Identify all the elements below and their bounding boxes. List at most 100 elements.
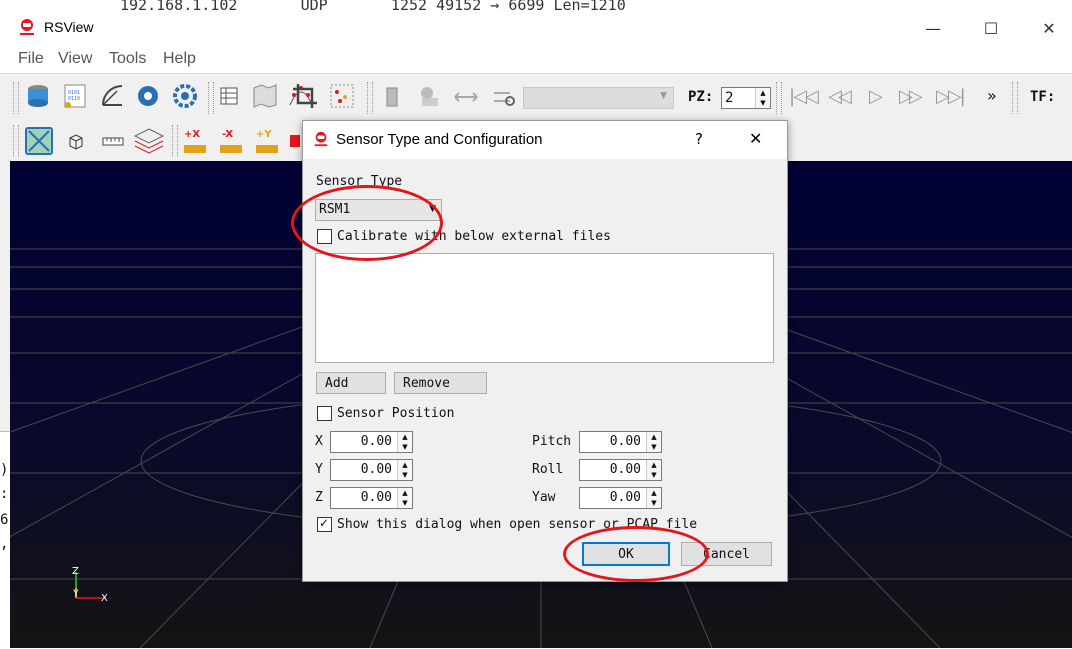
spin-arrows-icon[interactable]: ▲ ▼ xyxy=(646,460,661,480)
pitch-label: Pitch xyxy=(532,434,572,449)
sensor-position-label: Sensor Position xyxy=(337,406,455,421)
sensor-stack-icon[interactable] xyxy=(417,85,441,109)
svg-text:0110: 0110 xyxy=(68,96,80,102)
spin-arrows-icon[interactable]: ▲ ▼ xyxy=(646,488,661,508)
axis-y-label: Y xyxy=(73,589,79,599)
window-titlebar: RSView — ☐ ✕ xyxy=(0,10,1072,46)
view-minus-y-icon[interactable] xyxy=(290,135,300,147)
x-label: X xyxy=(315,434,323,449)
yaw-label: Yaw xyxy=(532,490,556,505)
dialog-close-button[interactable]: ✕ xyxy=(749,129,762,148)
roll-value: 0.00 xyxy=(609,462,641,477)
next-frame-icon[interactable]: ▷▷ xyxy=(899,86,923,107)
first-frame-icon[interactable]: |◁◁ xyxy=(789,86,819,107)
spin-arrows-icon[interactable]: ▲ ▼ xyxy=(646,432,661,452)
annotation-ellipse-ok xyxy=(563,526,709,582)
dialog-help-button[interactable]: ? xyxy=(695,130,703,148)
x-spinbox[interactable]: 0.00 ▲ ▼ xyxy=(330,431,413,453)
axis-x-label: X xyxy=(101,593,108,604)
select-points-icon[interactable] xyxy=(329,83,355,109)
chevron-down-icon: ▼ xyxy=(660,91,667,101)
close-window-button[interactable]: ✕ xyxy=(1020,10,1072,46)
spin-arrows-icon[interactable]: ▲ ▼ xyxy=(755,88,770,108)
pz-spinbox[interactable]: 2 ▲ ▼ xyxy=(721,87,771,109)
dialog-titlebar: Sensor Type and Configuration ? ✕ xyxy=(303,121,787,159)
ruler-icon[interactable] xyxy=(101,130,125,152)
menu-tools[interactable]: Tools xyxy=(109,50,146,68)
yaw-spinbox[interactable]: 0.00 ▲ ▼ xyxy=(579,487,662,509)
toolbar-overflow-button[interactable]: » xyxy=(987,86,997,105)
spin-arrows-icon[interactable]: ▲ ▼ xyxy=(397,460,412,480)
z-spinbox[interactable]: 0.00 ▲ ▼ xyxy=(330,487,413,509)
z-value: 0.00 xyxy=(360,490,392,505)
layers-icon[interactable] xyxy=(133,126,165,156)
maximize-button[interactable]: ☐ xyxy=(962,10,1020,46)
frame-select-dropdown[interactable]: ▼ xyxy=(523,87,674,109)
left-side-panel: ) : 6 , xyxy=(0,161,10,649)
main-toolbar: 0101 0110 ▼ PZ: 2 ▲ ▼ |◁◁ ◁◁ ▷ ▷▷ ▷▷| » TF… xyxy=(0,73,1072,122)
toolbar-grip[interactable] xyxy=(208,82,214,114)
view-plus-x-icon[interactable]: +X xyxy=(182,129,208,155)
reset-view-icon[interactable] xyxy=(25,127,53,155)
console-text-3: 6 xyxy=(0,512,9,528)
view-plus-y-icon[interactable]: +Y xyxy=(254,129,280,155)
calibration-files-list[interactable] xyxy=(315,253,774,363)
pz-value: 2 xyxy=(725,90,734,106)
window-title: RSView xyxy=(44,19,94,35)
tf-label: TF: xyxy=(1030,89,1056,105)
sync-arrows-icon[interactable] xyxy=(490,85,516,109)
z-label: Z xyxy=(315,490,323,505)
rsview-logo-icon xyxy=(314,131,328,147)
toolbar-grip[interactable] xyxy=(1012,82,1018,114)
crop-icon[interactable] xyxy=(292,83,318,109)
dialog-title: Sensor Type and Configuration xyxy=(336,131,543,148)
settings-gear-icon[interactable] xyxy=(172,83,198,109)
measure-angle-icon[interactable] xyxy=(100,83,126,109)
open-sensor-icon[interactable] xyxy=(25,83,51,109)
menu-help[interactable]: Help xyxy=(163,50,196,68)
toolbar-grip[interactable] xyxy=(13,82,19,114)
remove-file-button[interactable]: Remove xyxy=(394,372,487,394)
toolbar-grip[interactable] xyxy=(367,82,373,114)
roll-label: Roll xyxy=(532,462,564,477)
axis-z-label: Z xyxy=(72,566,79,577)
pitch-value: 0.00 xyxy=(609,434,641,449)
spin-arrows-icon[interactable]: ▲ ▼ xyxy=(397,488,412,508)
spreadsheet-icon[interactable] xyxy=(218,85,240,107)
spin-arrows-icon[interactable]: ▲ ▼ xyxy=(397,432,412,452)
horizontal-arrows-icon[interactable] xyxy=(453,85,479,109)
annotation-ellipse-sensor-type xyxy=(291,185,443,261)
y-value: 0.00 xyxy=(360,462,392,477)
menu-bar: File View Tools Help xyxy=(0,46,1072,72)
last-frame-icon[interactable]: ▷▷| xyxy=(936,86,966,107)
sensor-position-checkbox[interactable] xyxy=(317,406,332,421)
minimize-button[interactable]: — xyxy=(904,10,962,46)
console-text-4: , xyxy=(0,536,9,552)
pitch-spinbox[interactable]: 0.00 ▲ ▼ xyxy=(579,431,662,453)
y-spinbox[interactable]: 0.00 ▲ ▼ xyxy=(330,459,413,481)
roll-spinbox[interactable]: 0.00 ▲ ▼ xyxy=(579,459,662,481)
toolbar-grip[interactable] xyxy=(776,82,782,114)
toolbar-grip[interactable] xyxy=(172,125,178,157)
menu-file[interactable]: File xyxy=(18,50,44,68)
play-icon[interactable]: ▷ xyxy=(869,86,883,107)
map-icon[interactable] xyxy=(252,83,278,109)
y-label: Y xyxy=(315,462,323,477)
cube-icon[interactable] xyxy=(65,130,87,152)
console-fragment: ) : 6 , xyxy=(0,431,10,649)
view-minus-x-icon[interactable]: -X xyxy=(218,129,244,155)
open-pcap-icon[interactable]: 01010110 xyxy=(62,83,88,109)
console-text-2: : xyxy=(0,486,9,502)
console-text-1: ) xyxy=(0,462,9,478)
add-file-button[interactable]: Add xyxy=(316,372,386,394)
menu-view[interactable]: View xyxy=(58,50,92,68)
x-value: 0.00 xyxy=(360,434,392,449)
record-icon[interactable] xyxy=(380,85,404,109)
prev-frame-icon[interactable]: ◁◁ xyxy=(828,86,852,107)
toolbar-grip[interactable] xyxy=(13,125,19,157)
checkmark-icon: ✓ xyxy=(319,516,330,530)
yaw-value: 0.00 xyxy=(609,490,641,505)
show-dialog-checkbox[interactable]: ✓ xyxy=(317,516,332,532)
rsview-logo-icon xyxy=(20,19,34,35)
settings-db-icon[interactable] xyxy=(135,83,161,109)
